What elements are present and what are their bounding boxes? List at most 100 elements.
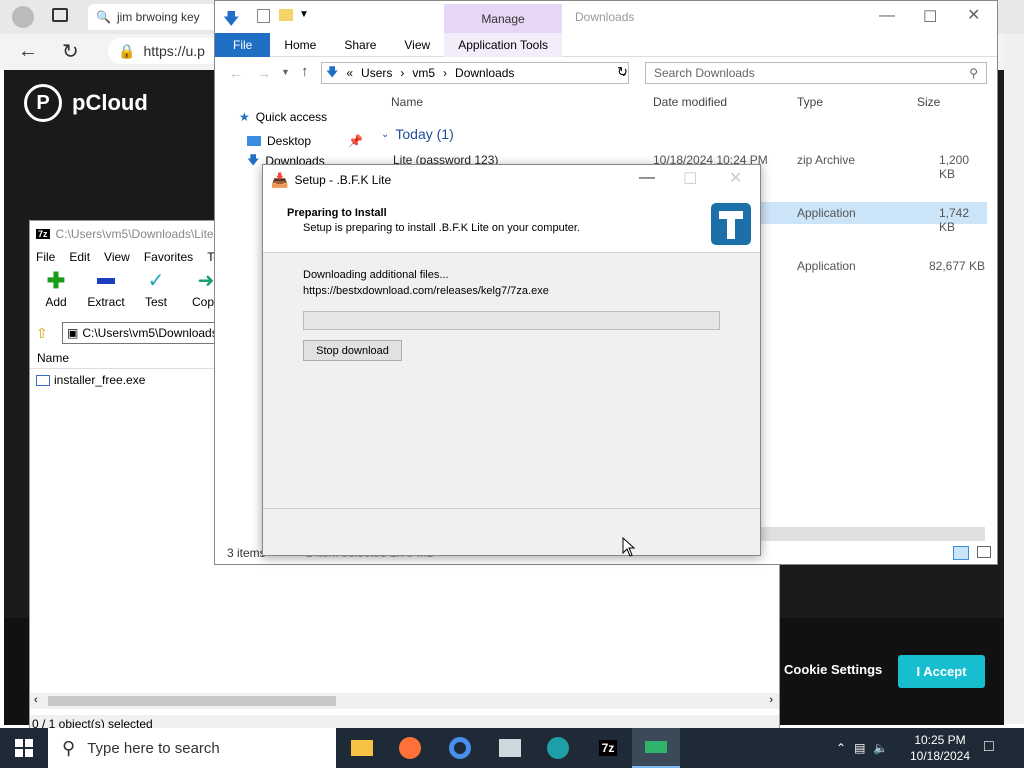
- test-button[interactable]: ✓ Test: [138, 269, 174, 317]
- sevenzip-app[interactable]: 7z: [584, 728, 632, 768]
- firefox-app[interactable]: [386, 728, 434, 768]
- setup-logo-icon: [709, 201, 753, 247]
- pcloud-logo-icon: P: [24, 84, 62, 122]
- volume-icon[interactable]: 🔈: [873, 741, 888, 755]
- menu-edit[interactable]: Edit: [69, 250, 90, 264]
- chevron-up-icon[interactable]: ⌃: [836, 741, 846, 755]
- setup-app[interactable]: [632, 728, 680, 768]
- nav-forward-icon[interactable]: →: [257, 65, 271, 81]
- tab-home[interactable]: Home: [270, 38, 330, 52]
- nav-quick-access[interactable]: ★ Quick access: [215, 105, 375, 129]
- explorer-address-bar[interactable]: 🡇 « Users › vm5 › Downloads ⌄: [321, 62, 629, 84]
- new-folder-icon[interactable]: [279, 9, 293, 21]
- firefox-icon: [399, 737, 421, 759]
- column-name[interactable]: Name: [391, 95, 423, 109]
- scroll-left-icon[interactable]: ‹: [34, 694, 38, 706]
- profile-avatar[interactable]: [12, 6, 34, 28]
- refresh-icon[interactable]: ↻: [62, 39, 79, 64]
- download-progress-bar: [303, 311, 720, 330]
- folder-up-icon[interactable]: ⇧: [36, 325, 48, 342]
- column-headers: Name Date modified Type Size: [391, 95, 991, 113]
- column-size[interactable]: Size: [917, 95, 940, 109]
- network-icon[interactable]: ▤: [854, 741, 865, 755]
- sevenzip-icon: 7z: [36, 228, 50, 239]
- tab-actions-icon[interactable]: [52, 8, 68, 22]
- notification-icon[interactable]: □: [984, 738, 994, 756]
- breadcrumb-vm5[interactable]: vm5: [412, 66, 435, 80]
- exe-icon: [36, 374, 50, 386]
- nav-desktop[interactable]: Desktop 📌: [215, 129, 375, 153]
- photos-app[interactable]: [486, 728, 534, 768]
- maximize-icon[interactable]: ☐: [923, 7, 937, 27]
- photos-icon: [499, 739, 521, 757]
- add-label: Add: [45, 295, 67, 309]
- refresh-icon[interactable]: ↻: [617, 64, 628, 80]
- file-explorer-app[interactable]: [338, 728, 386, 768]
- setup-dialog: 📥 Setup - .B.F.K Lite — ☐ ✕ Preparing to…: [262, 164, 761, 556]
- manage-tab[interactable]: Manage: [444, 4, 562, 33]
- taskbar: ⚲ Type here to search 7z ⌃ ▤ 🔈 10:25 PM …: [0, 728, 1024, 768]
- start-button[interactable]: [0, 728, 48, 768]
- list-item[interactable]: installer_free.exe: [36, 373, 145, 387]
- taskbar-search-input[interactable]: ⚲ Type here to search: [48, 728, 336, 768]
- tab-file[interactable]: File: [215, 32, 271, 57]
- column-date[interactable]: Date modified: [653, 95, 727, 109]
- properties-icon[interactable]: [257, 9, 270, 23]
- taskbar-clock[interactable]: 10:25 PM 10/18/2024: [900, 732, 980, 764]
- sevenzip-hscrollbar[interactable]: ‹ ›: [30, 693, 779, 709]
- sevenzip-title: C:\Users\vm5\Downloads\Lite: [55, 226, 214, 241]
- scroll-right-icon[interactable]: ›: [769, 694, 773, 706]
- explorer-hscrollbar[interactable]: [745, 527, 985, 541]
- column-type[interactable]: Type: [797, 95, 823, 109]
- tab-application-tools[interactable]: Application Tools: [444, 32, 563, 57]
- nav-back-icon[interactable]: ←: [229, 65, 243, 81]
- chrome-app[interactable]: [436, 728, 484, 768]
- download-status: Downloading additional files...: [303, 269, 449, 281]
- breadcrumb-users[interactable]: Users: [361, 66, 392, 80]
- minimize-icon[interactable]: —: [639, 169, 655, 187]
- browser-url: https://u.p: [143, 43, 205, 59]
- details-view-icon[interactable]: [953, 546, 969, 560]
- browser-tab-title: jim brwoing key: [116, 10, 200, 24]
- accept-cookies-button[interactable]: I Accept: [898, 655, 985, 688]
- qat-dropdown-icon[interactable]: ▼: [299, 9, 309, 20]
- menu-file[interactable]: File: [36, 250, 55, 264]
- path-icon: ▣: [67, 326, 79, 340]
- tab-share[interactable]: Share: [330, 38, 390, 52]
- clock-date: 10/18/2024: [909, 749, 971, 763]
- pcloud-name: pCloud: [72, 90, 148, 115]
- nav-up-icon[interactable]: ↑: [301, 63, 309, 80]
- column-name[interactable]: Name: [37, 351, 69, 365]
- cookie-settings-link[interactable]: Cookie Settings: [784, 662, 882, 677]
- tiles-view-icon[interactable]: [977, 546, 991, 558]
- browser-tab[interactable]: 🔍 jim brwoing key: [88, 4, 218, 30]
- maximize-icon: ☐: [683, 171, 698, 188]
- search-icon: ⚲: [62, 737, 76, 758]
- tab-view[interactable]: View: [390, 38, 444, 52]
- scroll-thumb[interactable]: [48, 696, 336, 706]
- edge-icon: [547, 737, 569, 759]
- edge-app[interactable]: [534, 728, 582, 768]
- system-tray: ⌃ ▤ 🔈: [836, 728, 888, 768]
- extract-button[interactable]: Extract: [87, 269, 125, 317]
- download-arrow-icon[interactable]: 🡇: [223, 8, 239, 35]
- back-icon[interactable]: ←: [18, 40, 38, 63]
- clock-time: 10:25 PM: [914, 733, 966, 747]
- recent-dropdown-icon[interactable]: ▼: [281, 67, 290, 77]
- breadcrumb-overflow[interactable]: «: [346, 66, 353, 80]
- sevenzip-icon: 7z: [598, 740, 618, 756]
- menu-view[interactable]: View: [104, 250, 130, 264]
- mouse-cursor-icon: [622, 537, 636, 557]
- arrow-right-icon: ➜: [197, 270, 215, 292]
- browser-scrollbar[interactable]: [1004, 34, 1024, 724]
- close-icon[interactable]: ✕: [967, 5, 980, 25]
- search-input[interactable]: Search Downloads ⚲: [645, 62, 987, 84]
- group-header[interactable]: ⌄ Today (1): [381, 126, 454, 142]
- minimize-icon[interactable]: —: [879, 7, 895, 25]
- stop-download-button[interactable]: Stop download: [303, 340, 402, 361]
- test-label: Test: [144, 295, 167, 309]
- breadcrumb-downloads[interactable]: Downloads: [455, 66, 514, 80]
- add-button[interactable]: ✚ Add: [38, 269, 74, 317]
- menu-favorites[interactable]: Favorites: [144, 250, 193, 264]
- explorer-title: Downloads: [575, 10, 635, 24]
